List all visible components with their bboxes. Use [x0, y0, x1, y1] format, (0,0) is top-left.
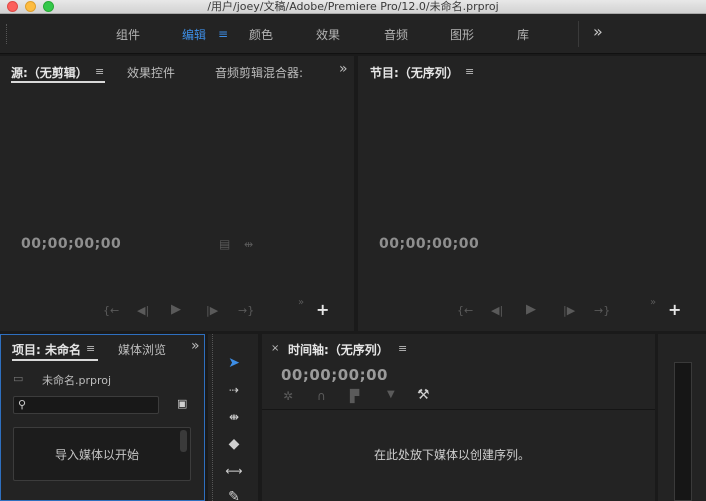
project-file-name[interactable]: 未命名.prproj [42, 372, 111, 388]
workspace-tab-audio[interactable]: 音频 [384, 26, 408, 43]
search-input[interactable]: ⚲ [13, 396, 159, 414]
film-icon[interactable]: ▤ [219, 237, 230, 251]
more-workspaces-icon[interactable]: » [593, 22, 603, 41]
mark-out-icon[interactable]: →} [594, 304, 610, 317]
workspace-tab-libraries[interactable]: 库 [517, 26, 529, 43]
marker-icon[interactable]: ▼ [387, 389, 395, 400]
track-select-tool-icon[interactable]: ⇢ [224, 380, 244, 400]
snap-icon[interactable]: ✲ [283, 389, 293, 403]
timeline-empty-hint: 在此处放下媒体以创建序列。 [374, 448, 531, 462]
window-title: /用户/joey/文稿/Adobe/Premiere Pro/12.0/未命名.… [207, 0, 499, 13]
program-monitor-panel: 节目:（无序列） ≡ 00;00;00;00 {← ◀| ▶ |▶ →} » + [358, 56, 706, 331]
workspace-tab-graphics[interactable]: 图形 [450, 26, 474, 43]
panel-menu-icon[interactable]: ≡ [465, 65, 474, 78]
step-forward-icon[interactable]: |▶ [206, 304, 218, 317]
more-panels-icon[interactable]: » [191, 338, 200, 354]
workspaces-bar: 组件 编辑 ≡ 颜色 效果 音频 图形 库 » [0, 14, 706, 54]
tab-effect-controls[interactable]: 效果控件 [127, 64, 175, 81]
search-icon: ⚲ [18, 398, 27, 411]
more-controls-icon[interactable]: » [650, 297, 656, 308]
timeline-panel: × 时间轴:（无序列） ≡ 00;00;00;00 ✲ ∩ ▛ ▼ ⚒ [262, 334, 655, 501]
timeline-timecode[interactable]: 00;00;00;00 [281, 366, 388, 384]
drag-grip[interactable] [212, 334, 213, 501]
mark-in-icon[interactable]: {← [457, 304, 473, 317]
scrollbar-thumb[interactable] [180, 430, 187, 452]
wrench-icon[interactable]: ⚒ [417, 387, 430, 403]
audio-meter [674, 362, 692, 501]
tab-media-browser[interactable]: 媒体浏览 [118, 341, 166, 358]
tab-source[interactable]: 源:（无剪辑） [11, 64, 88, 81]
audio-waveform-icon[interactable]: ⇹ [244, 238, 253, 251]
workspace-menu-icon[interactable]: ≡ [218, 27, 228, 41]
audio-meters-panel [658, 334, 706, 501]
tab-timeline[interactable]: 时间轴:（无序列） [288, 341, 389, 358]
add-button-icon[interactable]: + [668, 300, 681, 319]
panel-menu-icon[interactable]: ≡ [398, 342, 407, 355]
add-marker-icon[interactable]: ▛ [350, 389, 359, 403]
play-icon[interactable]: ▶ [171, 302, 181, 317]
ripple-edit-tool-icon[interactable]: ⇼ [224, 407, 244, 427]
workspace-tab-effects[interactable]: 效果 [316, 26, 340, 43]
workspace-tab-assembly[interactable]: 组件 [116, 26, 140, 43]
pen-tool-icon[interactable]: ✎ [224, 487, 244, 501]
active-tab-underline [11, 81, 105, 83]
new-bin-folder-icon[interactable]: ▣ [177, 397, 187, 410]
step-back-icon[interactable]: ◀| [491, 304, 503, 317]
razor-tool-icon[interactable]: ◆ [224, 434, 244, 454]
drag-grip-icon[interactable] [6, 24, 8, 44]
workspace-tab-color[interactable]: 颜色 [249, 26, 273, 43]
source-monitor-panel: 源:（无剪辑） ≡ 效果控件 音频剪辑混合器: » 00;00;00;00 ▤ … [0, 56, 354, 331]
tab-audio-clip-mixer[interactable]: 音频剪辑混合器: [215, 64, 303, 81]
program-timecode[interactable]: 00;00;00;00 [379, 236, 479, 252]
workspace-divider [578, 21, 579, 47]
import-media-hint: 导入媒体以开始 [55, 448, 140, 462]
panel-menu-icon[interactable]: ≡ [95, 65, 104, 78]
add-button-icon[interactable]: + [316, 300, 329, 319]
selection-tool-icon[interactable]: ➤ [224, 353, 244, 373]
mark-out-icon[interactable]: →} [238, 304, 254, 317]
workspace-tab-editing[interactable]: 编辑 [182, 26, 206, 43]
close-tab-icon[interactable]: × [271, 343, 279, 354]
timeline-ruler-divider [262, 409, 655, 410]
step-back-icon[interactable]: ◀| [137, 304, 149, 317]
step-forward-icon[interactable]: |▶ [563, 304, 575, 317]
more-panels-icon[interactable]: » [339, 61, 348, 77]
mark-in-icon[interactable]: {← [103, 304, 119, 317]
tab-project[interactable]: 项目: 未命名 [12, 341, 81, 358]
project-file-icon: ▭ [13, 372, 24, 385]
linked-selection-icon[interactable]: ∩ [317, 389, 326, 403]
tab-program[interactable]: 节目:（无序列） [370, 64, 459, 81]
panel-menu-icon[interactable]: ≡ [86, 342, 95, 355]
slip-tool-icon[interactable]: ⟷ [224, 461, 244, 481]
active-tab-underline [12, 359, 98, 361]
window-title-bar: /用户/joey/文稿/Adobe/Premiere Pro/12.0/未命名.… [0, 0, 706, 14]
more-controls-icon[interactable]: » [298, 297, 304, 308]
source-timecode[interactable]: 00;00;00;00 [21, 236, 121, 252]
play-icon[interactable]: ▶ [526, 302, 536, 317]
